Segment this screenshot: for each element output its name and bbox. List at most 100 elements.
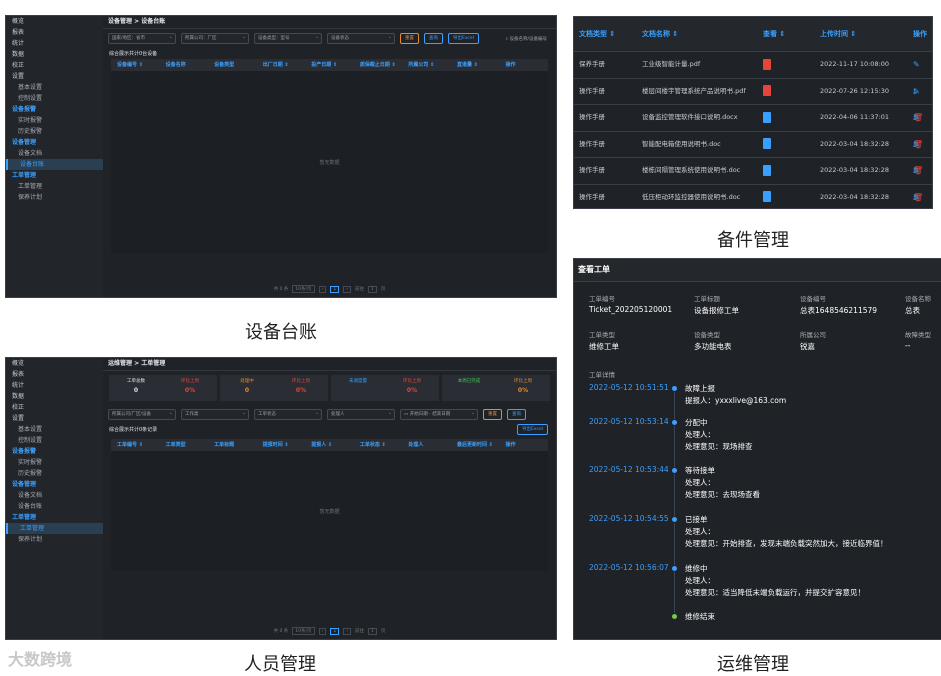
device-type-select[interactable]: 设备类型：型号 <box>254 33 322 44</box>
column-header[interactable]: 所属公司 ⇕ <box>402 59 451 71</box>
sidebar-item[interactable]: 工单管理 <box>6 170 103 181</box>
sidebar-item[interactable]: 设备文档 <box>6 148 103 159</box>
page-button[interactable]: 1 <box>330 285 340 293</box>
sidebar-item[interactable]: 统计 <box>6 38 103 49</box>
device-status-select[interactable]: 设备状态 <box>327 33 395 44</box>
sidebar-item[interactable]: 报表 <box>6 369 103 380</box>
goto-input[interactable]: 1 <box>368 285 377 293</box>
column-header[interactable]: 设备类型 <box>208 59 257 71</box>
column-header[interactable]: 投产日期 ⇕ <box>305 59 354 71</box>
column-header[interactable]: 工单标题 <box>208 439 257 451</box>
doc-column-header[interactable]: 上传时间 ⇕ <box>815 17 908 51</box>
query-button[interactable]: 查询 <box>507 409 526 420</box>
sidebar-item[interactable]: 设置 <box>6 71 103 82</box>
sidebar-item[interactable]: 设备管理 <box>6 137 103 148</box>
search-input[interactable]: ⌕ 设备名称/设备编号 <box>484 36 551 42</box>
sidebar-item[interactable]: 设置 <box>6 413 103 424</box>
column-header[interactable]: 工单编号 ⇕ <box>111 439 160 451</box>
goto-input[interactable]: 1 <box>368 627 377 635</box>
sidebar-item[interactable]: 实时报警 <box>6 457 103 468</box>
doc-file-icon[interactable] <box>763 138 771 149</box>
doc-column-header[interactable]: 操作 <box>908 17 932 51</box>
export-button[interactable]: 导出Excel <box>517 424 548 435</box>
doc-name[interactable]: 智能配电箱使用说明书.doc <box>637 132 758 158</box>
column-header[interactable]: 直道量 ⇕ <box>451 59 500 71</box>
sidebar-item[interactable]: 数据 <box>6 49 103 60</box>
handler-select[interactable]: 处理人 <box>327 409 395 420</box>
reset-button[interactable]: 重置 <box>483 409 502 420</box>
column-header[interactable]: 提报时间 ⇕ <box>257 439 306 451</box>
sidebar-item[interactable]: 工单管理 <box>6 181 103 192</box>
sidebar-item[interactable]: 历史报警 <box>6 468 103 479</box>
sidebar-item[interactable]: 校正 <box>6 402 103 413</box>
column-header[interactable]: 设备编号 ⇕ <box>111 59 160 71</box>
sidebar-item[interactable]: 统计 <box>6 380 103 391</box>
column-header[interactable]: 操作 <box>500 59 549 71</box>
sidebar-item[interactable]: 设备报警 <box>6 446 103 457</box>
page-button[interactable]: ‹ <box>318 285 327 293</box>
doc-view[interactable] <box>758 52 815 78</box>
sidebar-item[interactable]: 设备报警 <box>6 104 103 115</box>
sidebar-item[interactable]: 基本设置 <box>6 424 103 435</box>
page-size-select[interactable]: 10条/页 <box>292 285 315 293</box>
column-header[interactable]: 提报人 ⇕ <box>305 439 354 451</box>
sidebar-item[interactable]: 校正 <box>6 60 103 71</box>
doc-file-icon[interactable] <box>763 164 771 176</box>
sidebar-item[interactable]: 工单管理 <box>6 523 103 534</box>
doc-view[interactable] <box>758 132 815 158</box>
column-header[interactable]: 质保截止日期 ⇕ <box>354 59 403 71</box>
sidebar-item[interactable]: 报表 <box>6 27 103 38</box>
company-select[interactable]: 所属公司/厂区/设备 <box>108 409 176 420</box>
sidebar-item[interactable]: 历史报警 <box>6 126 103 137</box>
sidebar-item[interactable]: 基本设置 <box>6 82 103 93</box>
doc-view[interactable] <box>758 105 815 131</box>
sidebar-item[interactable]: 设备台账 <box>6 159 103 170</box>
column-header[interactable]: 处理人 <box>402 439 451 451</box>
export-button[interactable]: 导出Excel <box>448 33 479 44</box>
date-range-picker[interactable]: ▭ 开始日期 - 结束日期 <box>400 409 478 420</box>
column-header[interactable]: 最后更新时间 ⇕ <box>451 439 500 451</box>
edit-icon[interactable]: ✎ <box>913 105 920 131</box>
edit-icon[interactable]: ✎ <box>913 158 920 184</box>
column-header[interactable]: 设备名称 <box>160 59 209 71</box>
doc-column-header[interactable]: 文档名称 ⇕ <box>637 17 758 51</box>
sidebar-item[interactable]: 设备台账 <box>6 501 103 512</box>
doc-column-header[interactable]: 查看 ⇕ <box>758 17 815 51</box>
doc-name[interactable]: 楼层间楼宇管理系统产品说明书.pdf <box>637 79 758 105</box>
pdf-file-icon[interactable] <box>763 85 771 96</box>
work-type-select[interactable]: 工作类 <box>181 409 249 420</box>
doc-name[interactable]: 设备监控管理软件接口说明.docx <box>637 105 758 131</box>
query-button[interactable]: 查询 <box>424 33 443 44</box>
doc-view[interactable] <box>758 158 815 184</box>
doc-file-icon[interactable] <box>763 191 771 202</box>
column-header[interactable]: 出厂日期 ⇕ <box>257 59 306 71</box>
sidebar-item[interactable]: 保养计划 <box>6 534 103 545</box>
ticket-status-select[interactable]: 工单状态 <box>254 409 322 420</box>
sidebar-item[interactable]: 实时报警 <box>6 115 103 126</box>
doc-view[interactable] <box>758 185 815 209</box>
column-header[interactable]: 工单类型 <box>160 439 209 451</box>
edit-icon[interactable]: ✎ <box>913 79 920 105</box>
page-button[interactable]: 1 <box>330 627 340 635</box>
column-header[interactable]: 操作 <box>500 439 549 451</box>
sidebar-item[interactable]: 控制设置 <box>6 435 103 446</box>
page-button[interactable]: ‹ <box>318 627 327 635</box>
column-header[interactable]: 工单状态 ⇕ <box>354 439 403 451</box>
doc-name[interactable]: 工业级智能计量.pdf <box>637 52 758 78</box>
sidebar-item[interactable]: 概览 <box>6 358 103 369</box>
page-button[interactable]: › <box>343 285 352 293</box>
sidebar-item[interactable]: 保养计划 <box>6 192 103 203</box>
reset-button[interactable]: 重置 <box>400 33 419 44</box>
pdf-file-icon[interactable] <box>763 58 771 70</box>
doc-name[interactable]: 低压柜动环监控器使用说明书.doc <box>637 185 758 209</box>
region-select[interactable]: 国家/地区：省市 <box>108 33 176 44</box>
edit-icon[interactable]: ✎ <box>913 52 920 78</box>
sidebar-item[interactable]: 概览 <box>6 16 103 27</box>
sidebar-item[interactable]: 控制设置 <box>6 93 103 104</box>
page-button[interactable]: › <box>343 627 352 635</box>
sidebar-item[interactable]: 设备管理 <box>6 479 103 490</box>
doc-file-icon[interactable] <box>763 111 771 123</box>
sidebar-item[interactable]: 数据 <box>6 391 103 402</box>
doc-column-header[interactable]: 文档类型 ⇕ <box>574 17 637 51</box>
edit-icon[interactable]: ✎ <box>913 185 920 209</box>
